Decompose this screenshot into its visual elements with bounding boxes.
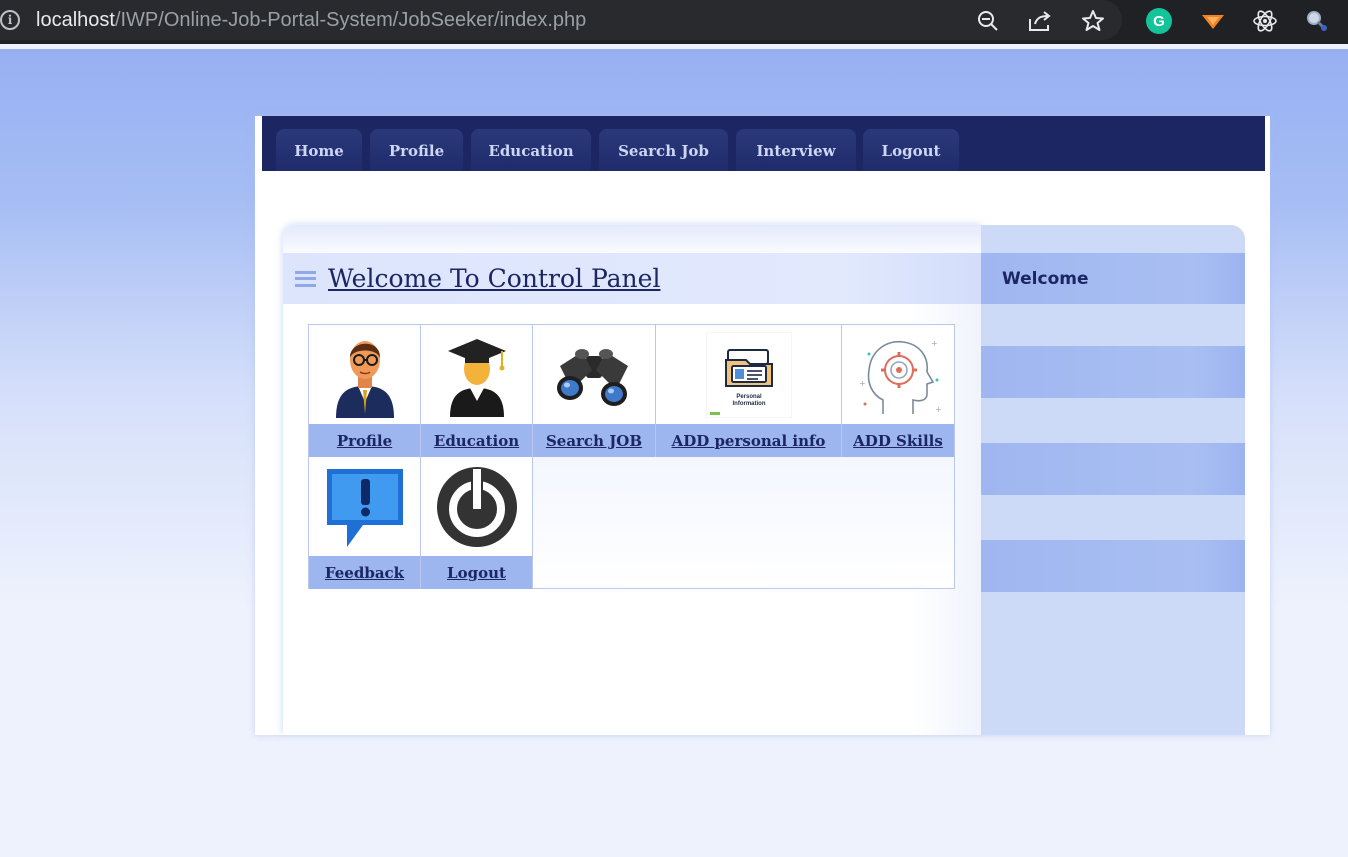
sidebar-row [981,540,1245,592]
control-panel-header: Welcome To Control Panel [283,253,981,304]
browser-toolbar: i localhost/IWP/Online-Job-Portal-System… [0,0,1348,44]
share-icon[interactable] [1027,8,1053,34]
svg-text:+: + [935,405,942,414]
grid-cell-education: Education [421,325,533,457]
search-job-link[interactable]: Search JOB [533,424,655,457]
profile-link[interactable]: Profile [309,424,420,457]
svg-text:+: + [859,379,866,388]
nav-profile-label: Profile [388,142,445,160]
binoculars-icon[interactable] [533,325,655,424]
grammarly-extension-icon[interactable]: G [1146,8,1172,34]
nav-interview-label: Interview [756,142,836,160]
site-info-icon[interactable]: i [0,10,20,30]
graduate-icon[interactable] [421,325,532,424]
person-icon[interactable] [309,325,420,424]
svg-text:Personal: Personal [736,394,762,400]
personal-info-icon[interactable]: Personal Information [656,325,841,424]
vlc-extension-icon[interactable] [1200,8,1226,34]
nav-interview[interactable]: Interview [736,129,856,171]
main-navbar: Home Profile Education Search Job Interv… [262,116,1265,171]
search-extension-icon[interactable] [1304,8,1330,34]
bookmark-star-icon[interactable] [1080,8,1106,34]
nav-profile[interactable]: Profile [370,129,463,171]
grid-cell-profile: Profile [309,325,421,457]
menu-lines-icon [295,270,316,287]
svg-text:+: + [931,339,938,348]
nav-education-label: Education [488,142,574,160]
page-title[interactable]: Welcome To Control Panel [328,264,660,293]
url-text[interactable]: localhost/IWP/Online-Job-Portal-System/J… [36,9,586,32]
education-link[interactable]: Education [421,424,532,457]
feedback-link[interactable]: Feedback [309,556,420,589]
nav-education[interactable]: Education [471,129,591,171]
svg-text:G: G [1153,13,1165,30]
url-host: localhost [36,8,115,31]
zoom-out-icon[interactable] [975,8,1001,34]
nav-home-label: Home [294,142,344,160]
add-skills-link[interactable]: ADD Skills [842,424,954,457]
address-bar[interactable]: i localhost/IWP/Online-Job-Portal-System… [0,0,1122,40]
sidebar-row [981,346,1245,398]
grid-cell-personal-info: Personal Information ADD personal info [656,325,842,457]
url-path: /IWP/Online-Job-Portal-System/JobSeeker/… [114,8,587,31]
nav-home[interactable]: Home [276,129,362,171]
feedback-icon[interactable] [309,457,420,556]
dashboard-grid: Profile Education Search JOB Personal In… [308,324,955,589]
grid-cell-logout: Logout [421,457,533,589]
sidebar-row [981,443,1245,495]
add-personal-info-link[interactable]: ADD personal info [656,424,841,457]
nav-search-job-label: Search Job [618,142,709,160]
control-panel-top [283,225,981,253]
svg-text:Information: Information [732,401,765,407]
react-devtools-icon[interactable] [1252,8,1278,34]
logout-link[interactable]: Logout [421,556,532,589]
grid-cell-search-job: Search JOB [533,325,656,457]
grid-cell-feedback: Feedback [309,457,421,589]
nav-logout[interactable]: Logout [863,129,959,171]
power-icon[interactable] [421,457,532,556]
nav-logout-label: Logout [881,142,941,160]
nav-search-job[interactable]: Search Job [599,129,728,171]
skills-head-icon[interactable]: + + + [842,325,954,424]
grid-cell-skills: + + + ADD Skills [842,325,954,457]
sidebar-welcome: Welcome [981,253,1245,304]
sidebar-title: Welcome [1002,268,1089,289]
